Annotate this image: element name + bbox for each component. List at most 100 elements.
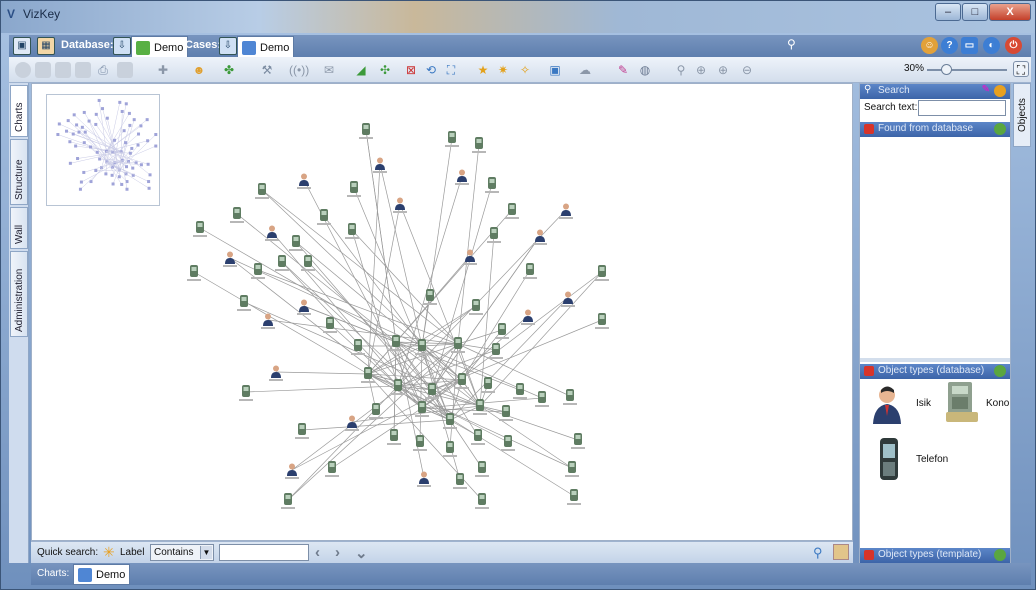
person-node-icon[interactable] — [299, 173, 309, 187]
person-node-icon[interactable] — [523, 309, 533, 323]
phone-node-icon[interactable] — [240, 295, 248, 307]
phone-node-icon[interactable] — [372, 403, 380, 415]
graph-edge[interactable] — [449, 297, 569, 421]
phone-node-icon[interactable] — [448, 131, 456, 143]
phone-node-icon[interactable] — [484, 377, 492, 389]
phone-node-icon[interactable] — [426, 289, 434, 301]
phone-node-icon[interactable] — [570, 489, 578, 501]
globe-icon[interactable]: ◍ — [637, 62, 653, 78]
phone-node-icon[interactable] — [476, 399, 484, 411]
network-icon[interactable]: ✣ — [377, 62, 393, 78]
graph-edge[interactable] — [421, 305, 477, 347]
window-icon[interactable]: ▭ — [961, 37, 978, 54]
phone-node-icon[interactable] — [292, 235, 300, 247]
panel-toggle-icon[interactable]: ▣ — [13, 37, 31, 55]
phone-node-icon[interactable] — [354, 339, 362, 351]
help-icon[interactable]: ? — [941, 37, 958, 54]
circle-shape-icon[interactable] — [15, 62, 31, 78]
person-node-icon[interactable] — [561, 203, 571, 217]
table-icon[interactable]: ▦ — [37, 37, 55, 55]
phone-node-icon[interactable] — [196, 221, 204, 233]
zoom-slider[interactable] — [927, 64, 1007, 75]
object-type-kono[interactable]: Kono — [944, 380, 1009, 429]
phone-node-icon[interactable] — [390, 429, 398, 441]
tab-wall[interactable]: Wall — [10, 207, 28, 249]
close-window-button[interactable]: X — [989, 3, 1031, 21]
phone-node-icon[interactable] — [498, 323, 506, 335]
person-node-icon[interactable] — [457, 169, 467, 183]
phone-node-icon[interactable] — [418, 339, 426, 351]
phone-node-icon[interactable] — [298, 423, 306, 435]
search-text-input[interactable] — [918, 100, 1006, 116]
network-graph[interactable] — [32, 84, 852, 540]
phone-node-icon[interactable] — [478, 493, 486, 505]
cases-select-icon[interactable]: ⇩ — [219, 37, 237, 55]
phone-node-icon[interactable] — [574, 433, 582, 445]
phone-node-icon[interactable] — [475, 137, 483, 149]
person-search-icon[interactable]: ☻ — [191, 62, 207, 78]
phone-node-icon[interactable] — [350, 181, 358, 193]
search-icon[interactable]: ⚲ — [813, 545, 823, 561]
person-node-icon[interactable] — [465, 249, 475, 263]
tab-structure[interactable]: Structure — [10, 139, 28, 205]
phone-node-icon[interactable] — [348, 223, 356, 235]
phone-node-icon[interactable] — [416, 435, 424, 447]
phone-node-icon[interactable] — [233, 207, 241, 219]
phone-node-icon[interactable] — [598, 265, 606, 277]
phone-node-icon[interactable] — [278, 255, 286, 267]
database-select-icon[interactable]: ⇩ — [113, 37, 131, 55]
phone-node-icon[interactable] — [326, 317, 334, 329]
phone-node-icon[interactable] — [284, 493, 292, 505]
graph-edge[interactable] — [421, 271, 603, 409]
tab-administration[interactable]: Administration — [10, 251, 28, 337]
phone-node-icon[interactable] — [458, 373, 466, 385]
chart-tab-demo[interactable]: Demo — [73, 564, 131, 585]
lock-icon[interactable]: ◐ — [983, 37, 1000, 54]
phone-node-icon[interactable] — [328, 461, 336, 473]
measure-icon[interactable]: ◢ — [353, 62, 369, 78]
phone-node-icon[interactable] — [258, 183, 266, 195]
clipboard-icon[interactable] — [117, 62, 133, 78]
phone-node-icon[interactable] — [490, 227, 498, 239]
phone-node-icon[interactable] — [472, 299, 480, 311]
graph-edge[interactable] — [295, 241, 463, 381]
cases-tab[interactable]: Demo — [237, 36, 295, 57]
refresh-icon[interactable] — [994, 549, 1006, 561]
graph-edge[interactable] — [479, 405, 573, 469]
user-icon[interactable]: ☺ — [921, 37, 938, 54]
zoom-out-icon[interactable]: ⊖ — [739, 62, 755, 78]
pin-icon[interactable]: ⚲ — [787, 37, 796, 51]
graph-edge[interactable] — [291, 379, 463, 471]
graph-edge[interactable] — [303, 305, 397, 343]
stars-icon[interactable]: ✷ — [495, 62, 511, 78]
cut-icon[interactable] — [35, 62, 51, 78]
paste-icon[interactable] — [75, 62, 91, 78]
phone-node-icon[interactable] — [474, 429, 482, 441]
star-icon[interactable]: ★ — [475, 62, 491, 78]
phone-node-icon[interactable] — [492, 343, 500, 355]
previous-result-icon[interactable]: ‹ — [315, 544, 320, 561]
phone-node-icon[interactable] — [254, 263, 262, 275]
phone-node-icon[interactable] — [446, 441, 454, 453]
graph-edge[interactable] — [457, 343, 571, 397]
phone-node-icon[interactable] — [418, 401, 426, 413]
graph-edge[interactable] — [275, 371, 369, 375]
object-type-telefon[interactable]: Telefon — [874, 436, 948, 487]
graph-edge[interactable] — [245, 385, 399, 393]
refresh-icon[interactable]: ⟲ — [423, 62, 439, 78]
filter-icon[interactable]: ⚲ — [673, 62, 689, 78]
graph-edge[interactable] — [287, 385, 399, 501]
person-node-icon[interactable] — [395, 197, 405, 211]
splitter[interactable] — [860, 358, 1010, 362]
phone-node-icon[interactable] — [526, 263, 534, 275]
expand-results-icon[interactable]: ⌄ — [355, 544, 368, 562]
graph-edge[interactable] — [431, 235, 541, 391]
refresh-icon[interactable] — [994, 123, 1006, 135]
person-node-icon[interactable] — [267, 225, 277, 239]
zoom-slider-knob[interactable] — [941, 64, 952, 75]
chart-canvas[interactable] — [31, 83, 853, 541]
message-icon[interactable]: ✉ — [321, 62, 337, 78]
person-node-icon[interactable] — [535, 229, 545, 243]
person-node-icon[interactable] — [225, 251, 235, 265]
quick-search-input[interactable] — [219, 544, 309, 561]
